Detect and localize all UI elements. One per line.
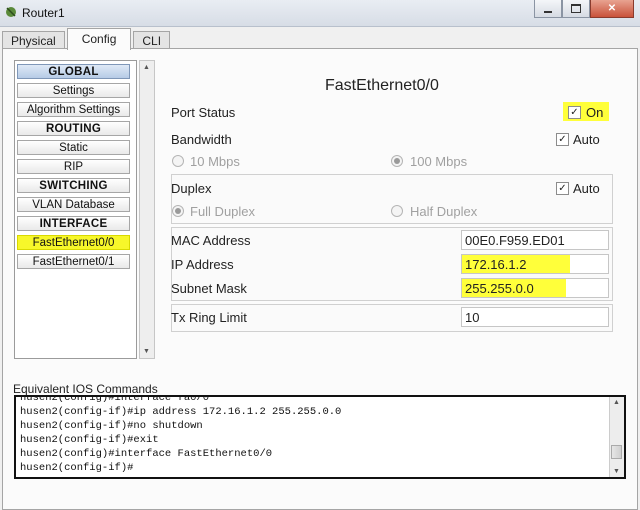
sidebar-item-fastethernet0-0[interactable]: FastEthernet0/0 (17, 235, 130, 250)
ios-line: husen2(config-if)#ip address 172.16.1.2 … (20, 406, 342, 418)
scroll-down-icon[interactable]: ▼ (143, 348, 150, 355)
bandwidth-100mbps-radio[interactable] (391, 155, 403, 167)
mac-address-field[interactable]: 00E0.F959.ED01 (461, 230, 609, 250)
duplex-label: Duplex (171, 181, 212, 196)
sidebar-header-global[interactable]: GLOBAL (17, 64, 130, 79)
bandwidth-auto-label: Auto (573, 132, 600, 147)
minimize-icon (544, 10, 552, 13)
tx-ring-limit-label: Tx Ring Limit (171, 310, 247, 325)
ios-commands-label: Equivalent IOS Commands (13, 382, 158, 396)
half-duplex-label: Half Duplex (410, 204, 478, 219)
bandwidth-100mbps-label: 100 Mbps (410, 154, 468, 169)
bandwidth-auto-checkbox[interactable]: ✓ (556, 133, 569, 146)
sidebar-item-static[interactable]: Static (17, 140, 130, 155)
sidebar-item-rip[interactable]: RIP (17, 159, 130, 174)
sidebar-header-interface[interactable]: INTERFACE (17, 216, 130, 231)
mac-address-label: MAC Address (171, 233, 251, 248)
half-duplex-radio[interactable] (391, 205, 403, 217)
tab-bar: Physical Config CLI (2, 28, 172, 50)
window-title: Router1 (22, 6, 65, 20)
subnet-mask-field[interactable]: 255.255.0.0 (461, 278, 609, 298)
ios-line: husen2(config)#interface fa0/0 (20, 395, 210, 404)
close-button[interactable]: ✕ (590, 0, 634, 18)
sidebar-item-settings[interactable]: Settings (17, 83, 130, 98)
duplex-auto-label: Auto (573, 181, 600, 196)
sidebar-item-fastethernet0-1[interactable]: FastEthernet0/1 (17, 254, 130, 269)
sidebar-scrollbar[interactable]: ▲ ▼ (139, 60, 155, 359)
minimize-button[interactable] (534, 0, 562, 18)
bandwidth-label: Bandwidth (171, 132, 232, 147)
subnet-mask-value: 255.255.0.0 (465, 281, 534, 296)
port-status-checkbox[interactable]: ✓ (568, 106, 581, 119)
bandwidth-10mbps-label: 10 Mbps (190, 154, 240, 169)
scroll-down-icon[interactable]: ▼ (613, 468, 620, 475)
full-duplex-label: Full Duplex (190, 204, 256, 219)
close-icon: ✕ (607, 3, 617, 14)
ios-commands-console[interactable]: husen2(config)#interface fa0/0 husen2(co… (14, 395, 626, 479)
subnet-mask-label: Subnet Mask (171, 281, 247, 296)
sidebar-header-routing[interactable]: ROUTING (17, 121, 130, 136)
window-controls: ✕ (534, 0, 634, 18)
maximize-button[interactable] (562, 0, 590, 18)
scroll-up-icon[interactable]: ▲ (613, 399, 620, 406)
tab-config[interactable]: Config (66, 28, 132, 50)
ip-address-value: 172.16.1.2 (465, 257, 527, 272)
port-status-on-label: On (586, 105, 604, 120)
ios-line: husen2(config)#interface FastEthernet0/0 (20, 448, 273, 460)
port-status-label: Port Status (171, 105, 236, 120)
duplex-auto-checkbox[interactable]: ✓ (556, 182, 569, 195)
tx-ring-limit-field[interactable]: 10 (461, 307, 609, 327)
router-app-icon (6, 7, 16, 17)
maximize-icon (571, 4, 581, 13)
sidebar-header-switching[interactable]: SWITCHING (17, 178, 130, 193)
ip-address-label: IP Address (171, 257, 234, 272)
ip-address-field[interactable]: 172.16.1.2 (461, 254, 609, 274)
ios-line: husen2(config-if)#no shutdown (20, 420, 203, 432)
sidebar-item-algorithm-settings[interactable]: Algorithm Settings (17, 102, 130, 117)
full-duplex-radio[interactable] (172, 205, 184, 217)
interface-title: FastEthernet0/0 (325, 77, 439, 94)
scroll-thumb[interactable] (611, 445, 622, 459)
title-bar: Router1 ✕ (0, 0, 640, 27)
bandwidth-10mbps-radio[interactable] (172, 155, 184, 167)
ios-line: husen2(config-if)#exit (20, 434, 159, 446)
sidebar: GLOBAL Settings Algorithm Settings ROUTI… (14, 60, 137, 359)
sidebar-item-vlan-database[interactable]: VLAN Database (17, 197, 130, 212)
ios-console-scrollbar[interactable]: ▲ ▼ (609, 397, 624, 477)
ios-line: husen2(config-if)# (20, 462, 134, 474)
scroll-up-icon[interactable]: ▲ (143, 64, 150, 71)
